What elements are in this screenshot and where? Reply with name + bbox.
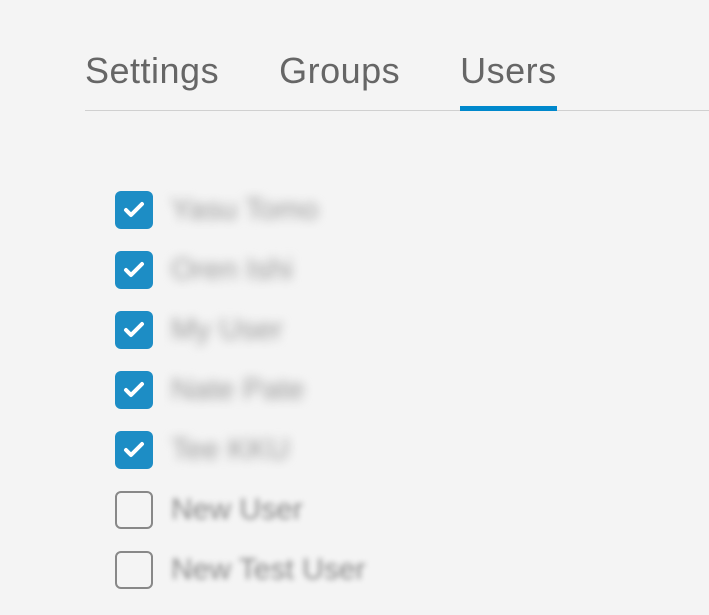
check-icon	[122, 438, 146, 462]
checkbox[interactable]	[115, 431, 153, 469]
user-name: New User	[171, 493, 303, 527]
check-icon	[122, 318, 146, 342]
list-item: Tee KKU	[115, 431, 709, 469]
checkbox[interactable]	[115, 191, 153, 229]
check-icon	[122, 258, 146, 282]
check-icon	[122, 378, 146, 402]
list-item: New User	[115, 491, 709, 529]
tab-groups[interactable]: Groups	[279, 50, 400, 110]
user-name: My User	[171, 313, 283, 347]
checkbox[interactable]	[115, 491, 153, 529]
list-item: Nate Pate	[115, 371, 709, 409]
tab-settings[interactable]: Settings	[85, 50, 219, 110]
list-item: Oren Ishi	[115, 251, 709, 289]
user-name: Tee KKU	[171, 433, 289, 467]
list-item: New Test User	[115, 551, 709, 589]
list-item: Yasu Tomo	[115, 191, 709, 229]
user-name: Nate Pate	[171, 373, 304, 407]
user-name: Yasu Tomo	[171, 193, 318, 227]
checkbox[interactable]	[115, 251, 153, 289]
tab-bar: Settings Groups Users	[85, 50, 709, 111]
user-list: Yasu Tomo Oren Ishi My User Nate Pate Te…	[115, 191, 709, 589]
check-icon	[122, 198, 146, 222]
checkbox[interactable]	[115, 551, 153, 589]
list-item: My User	[115, 311, 709, 349]
user-name: Oren Ishi	[171, 253, 293, 287]
user-name: New Test User	[171, 553, 366, 587]
tab-users[interactable]: Users	[460, 50, 557, 110]
checkbox[interactable]	[115, 371, 153, 409]
checkbox[interactable]	[115, 311, 153, 349]
